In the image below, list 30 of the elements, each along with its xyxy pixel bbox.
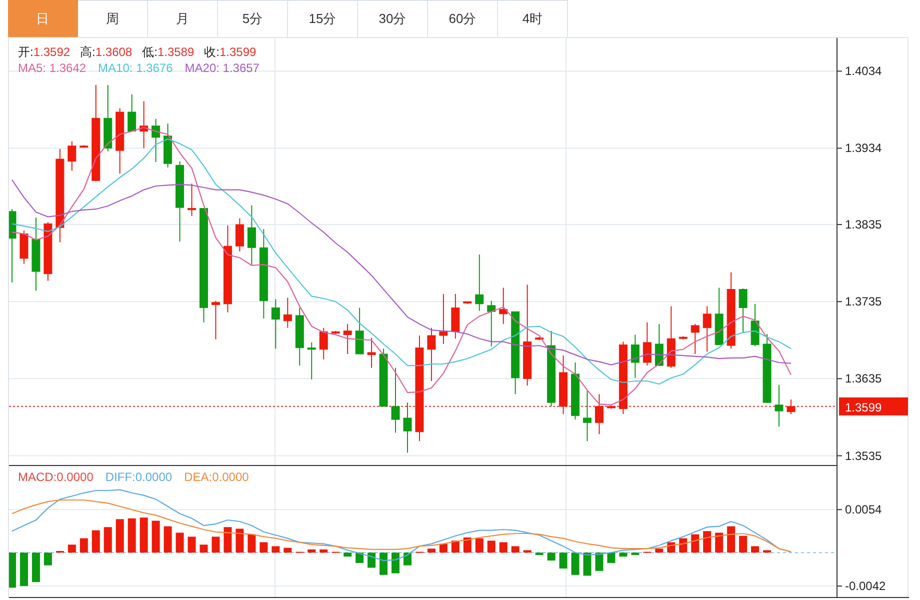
legend-item: DIFF:0.0000 (105, 469, 172, 485)
period-tab[interactable]: 4时 (498, 0, 568, 37)
price-tag: 1.3599 (839, 397, 908, 416)
axis-label: 1.3735 (845, 294, 882, 309)
axis-label: -0.0042 (845, 579, 886, 594)
axis-label: 1.3934 (845, 141, 882, 156)
legend-label: 高: (80, 44, 96, 60)
period-tab[interactable]: 周 (78, 0, 148, 37)
legend-label: 开: (18, 44, 34, 60)
legend-item: MA20: 1.3657 (184, 60, 260, 76)
axis-label: 0.0054 (845, 502, 882, 517)
legend-label: 收: (204, 44, 220, 60)
legend-value: 1.3589 (157, 44, 194, 60)
period-tab[interactable]: 60分 (428, 0, 498, 37)
legend-value: 1.3599 (219, 44, 256, 60)
legend-value: 1.3608 (95, 44, 132, 60)
legend-value: 1.3592 (33, 44, 70, 60)
legend-label: 低: (142, 44, 158, 60)
legend-item: MACD:0.0000 (18, 469, 94, 485)
axis-label: 1.4034 (845, 64, 882, 78)
legend-item: DEA:0.0000 (184, 469, 249, 485)
period-tab[interactable]: 月 (148, 0, 218, 37)
axis-label: 1.3535 (845, 448, 882, 463)
legend-item: MA5: 1.3642 (18, 60, 86, 76)
axis-label: 1.3635 (845, 372, 882, 386)
period-tab[interactable]: 15分 (288, 0, 358, 37)
period-tab[interactable]: 30分 (358, 0, 428, 37)
legend-item: MA10: 1.3676 (98, 60, 173, 76)
period-tab[interactable]: 5分 (218, 0, 288, 37)
axis-label: 1.3835 (845, 218, 882, 232)
